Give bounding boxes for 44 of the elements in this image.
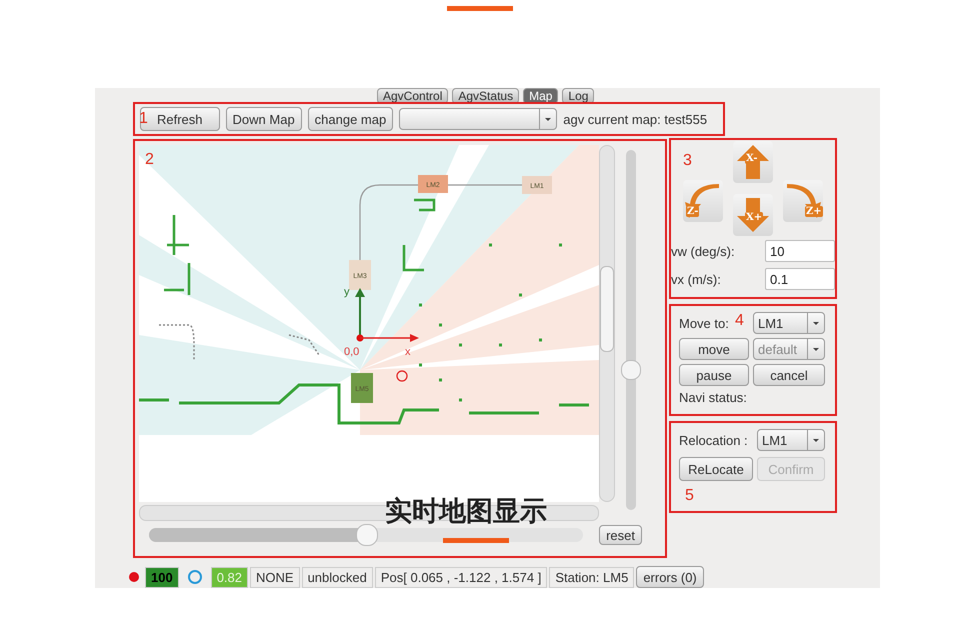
toolbar-button[interactable]: change map — [308, 107, 394, 131]
sync-icon — [186, 569, 203, 585]
relocation-button[interactable]: ReLocate — [679, 457, 753, 481]
origin-label: 0,0 — [344, 346, 360, 358]
battery-level: 100 — [145, 566, 179, 588]
annotation-number: 5 — [685, 487, 694, 505]
slider-thumb[interactable] — [621, 360, 641, 380]
input-field[interactable]: 10 — [765, 240, 835, 262]
annotation-number: 1 — [139, 110, 148, 128]
landmark-marker[interactable] — [349, 260, 371, 290]
toolbar-button[interactable]: Down Map — [226, 107, 302, 131]
landmark-marker[interactable] — [522, 176, 552, 194]
annotation-number: 4 — [735, 312, 744, 330]
caption: 实时地图显示 — [385, 495, 547, 529]
errors-button[interactable]: errors (0) — [636, 566, 704, 588]
relocation-select[interactable]: LM1 — [757, 429, 825, 451]
slider-thumb[interactable] — [356, 524, 378, 546]
confidence-value: 0.82 — [210, 566, 248, 588]
input-field[interactable]: 0.1 — [765, 268, 835, 290]
field-label: vx (m/s): — [671, 272, 721, 286]
field-label: Relocation : — [679, 432, 749, 448]
annotation-number: 2 — [145, 151, 154, 169]
landmark-marker[interactable] — [418, 175, 448, 193]
current-map-label: agv current map: test555 — [563, 112, 708, 126]
mode-status: NONE — [250, 566, 300, 588]
block-status: unblocked — [302, 566, 373, 588]
move-button[interactable]: move — [679, 338, 749, 360]
station-readout: Station: LM5 — [549, 566, 634, 588]
vertical-scrollbar[interactable] — [599, 145, 615, 502]
status-label: Navi status: — [679, 390, 748, 405]
target-select[interactable]: LM1 — [753, 312, 825, 334]
axis-label: y — [344, 286, 350, 298]
cancel-button[interactable]: cancel — [753, 364, 825, 386]
annotation-number: 3 — [683, 152, 692, 170]
pause-button[interactable]: pause — [679, 364, 749, 386]
x-axis-arrow — [356, 334, 419, 342]
map-select[interactable] — [399, 108, 558, 130]
reset-button[interactable]: reset — [599, 525, 642, 545]
landmark-marker[interactable] — [351, 373, 373, 403]
status-dot — [129, 572, 139, 582]
field-label: vw (deg/s): — [671, 244, 735, 258]
axis-label: x — [405, 346, 410, 358]
position-readout: Pos[ 0.065 , -1.122 , 1.574 ] — [374, 566, 548, 588]
field-label: Move to: — [679, 316, 729, 330]
